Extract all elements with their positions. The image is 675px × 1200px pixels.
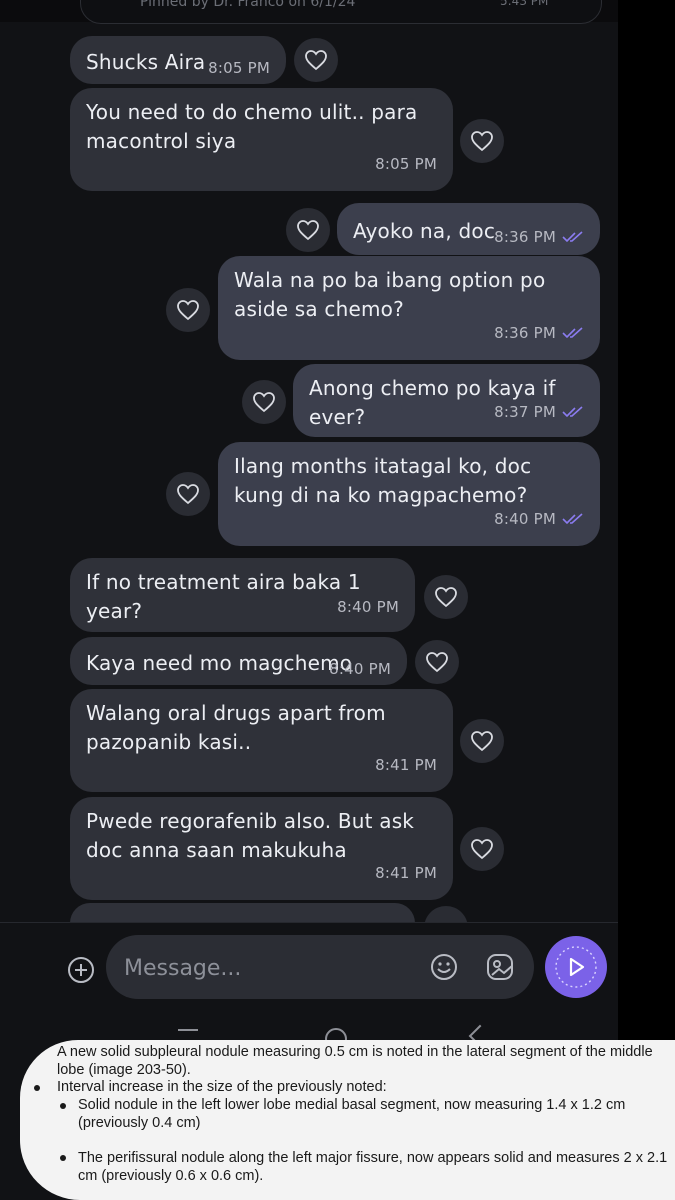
message-field[interactable]	[106, 935, 534, 999]
react-button[interactable]	[286, 208, 330, 252]
message-time: 8:41 PM	[375, 756, 437, 774]
double-check-icon	[562, 326, 583, 338]
bullet-dot	[60, 1103, 66, 1109]
message-input[interactable]	[122, 949, 416, 987]
message-text: Shucks Aira	[86, 50, 206, 74]
recents-nav-button[interactable]	[178, 1029, 198, 1031]
message-bubble-outgoing[interactable]: Ilang months itatagal ko, doc kung di na…	[218, 442, 600, 546]
heart-outline-icon	[426, 652, 448, 673]
emoji-icon[interactable]	[428, 951, 460, 983]
message-text: Ayoko na, doc	[353, 219, 496, 243]
heart-outline-icon	[177, 300, 199, 321]
message-bubble-outgoing[interactable]: Ayoko na, doc 8:36 PM	[337, 203, 600, 255]
heart-outline-icon	[471, 131, 493, 152]
react-button[interactable]	[166, 472, 210, 516]
message-bubble-incoming[interactable]: Shucks Aira 8:05 PM	[70, 36, 286, 84]
pinned-message-bar[interactable]: Pinned by Dr. Franco on 6/1/24 5:43 PM	[0, 0, 618, 24]
double-check-icon	[562, 230, 583, 242]
message-text: You need to do chemo ulit.. para macontr…	[86, 100, 425, 153]
report-subitem: Solid nodule in the left lower lobe medi…	[78, 1097, 626, 1131]
double-check-icon	[562, 405, 583, 417]
message-text: Wala na po ba ibang option po aside sa c…	[234, 268, 552, 321]
pinned-time: 5:43 PM	[500, 0, 549, 8]
react-button[interactable]	[460, 827, 504, 871]
heart-outline-icon	[435, 587, 457, 608]
message-time: 8:05 PM	[208, 59, 270, 77]
message-bubble-incoming[interactable]: Pwede regorafenib also. But ask doc anna…	[70, 797, 453, 900]
react-button[interactable]	[242, 380, 286, 424]
message-text: Ilang months itatagal ko, doc kung di na…	[234, 454, 538, 507]
bullet-dot	[60, 1155, 66, 1161]
report-paragraph: A new solid subpleural nodule measuring …	[57, 1044, 653, 1078]
radiology-report-snippet: A new solid subpleural nodule measuring …	[20, 1040, 675, 1200]
message-text: Pwede regorafenib also. But ask doc anna…	[86, 809, 421, 862]
double-check-icon	[562, 512, 583, 524]
message-bubble-incoming[interactable]: If no treatment aira baka 1 year? 8:40 P…	[70, 558, 415, 632]
message-text: Walang oral drugs apart from pazopanib k…	[86, 701, 393, 754]
message-time: 8:40 PM	[494, 505, 584, 534]
react-button[interactable]	[294, 38, 338, 82]
message-text: Kaya need mo magchemo	[86, 651, 353, 675]
heart-outline-icon	[253, 392, 275, 413]
send-icon	[555, 946, 597, 988]
heart-outline-icon	[471, 839, 493, 860]
plus-circle-icon[interactable]	[68, 957, 94, 983]
send-button[interactable]	[545, 936, 607, 998]
message-bubble-outgoing[interactable]: Wala na po ba ibang option po aside sa c…	[218, 256, 600, 360]
message-bubble-incoming[interactable]: Kaya need mo magchemo 8:40 PM	[70, 637, 407, 685]
message-time: 8:36 PM	[494, 319, 584, 348]
heart-outline-icon	[297, 220, 319, 241]
heart-outline-icon	[471, 731, 493, 752]
heart-outline-icon	[177, 484, 199, 505]
report-subitem: The perifissural nodule along the left m…	[78, 1150, 668, 1184]
react-button[interactable]	[166, 288, 210, 332]
message-time: 8:37 PM	[494, 398, 584, 427]
heart-outline-icon	[305, 50, 327, 71]
bullet-dot	[34, 1085, 40, 1091]
message-bubble-incoming[interactable]: You need to do chemo ulit.. para macontr…	[70, 88, 453, 191]
message-time: 8:41 PM	[375, 864, 437, 882]
sticker-icon[interactable]	[484, 951, 516, 983]
chat-screen: Pinned by Dr. Franco on 6/1/24 5:43 PM S…	[0, 0, 618, 1200]
react-button[interactable]	[424, 575, 468, 619]
pinned-text: Pinned by Dr. Franco on 6/1/24	[140, 0, 356, 10]
react-button[interactable]	[460, 719, 504, 763]
message-bubble-outgoing[interactable]: Anong chemo po kaya if ever? 8:37 PM	[293, 364, 600, 437]
message-bubble-incoming[interactable]: Walang oral drugs apart from pazopanib k…	[70, 689, 453, 792]
report-bullet: Interval increase in the size of the pre…	[57, 1079, 387, 1095]
message-time: 8:05 PM	[375, 155, 437, 173]
message-time: 8:40 PM	[329, 660, 391, 678]
react-button[interactable]	[415, 640, 459, 684]
message-time: 8:36 PM	[494, 223, 584, 252]
react-button[interactable]	[460, 119, 504, 163]
composer-divider	[0, 922, 618, 923]
message-time: 8:40 PM	[337, 598, 399, 616]
